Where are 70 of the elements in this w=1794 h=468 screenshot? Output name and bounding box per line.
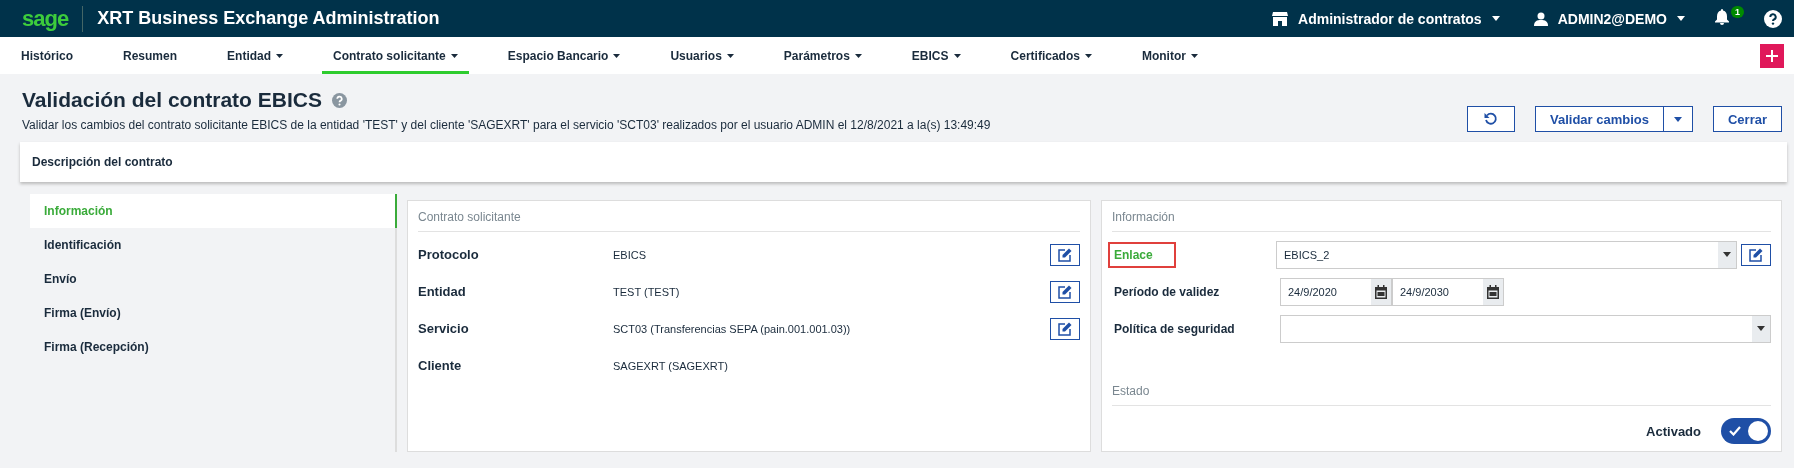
- select-field[interactable]: [1280, 314, 1771, 343]
- toggle-label: Activado: [1646, 423, 1701, 439]
- edit-icon: [1749, 247, 1763, 262]
- nav-tab[interactable]: Parámetros: [772, 37, 873, 74]
- check-icon: [1729, 426, 1741, 436]
- caret-icon: [1677, 16, 1685, 21]
- field-value: SCT03 (Transferencias SEPA (pain.001.001.03)): [613, 322, 852, 335]
- select-field[interactable]: EBICS_2: [1276, 240, 1737, 269]
- nav-tab[interactable]: Histórico: [10, 37, 84, 74]
- sidebar-item[interactable]: Firma (Envío): [30, 296, 395, 330]
- nav-tab[interactable]: Usuarios: [659, 37, 745, 74]
- nav-tab[interactable]: Certificados: [999, 37, 1103, 74]
- logo: sage: [22, 5, 69, 32]
- nav-tab[interactable]: EBICS: [900, 37, 972, 74]
- user-menu[interactable]: ADMIN2@DEMO: [1527, 9, 1691, 28]
- edit-button[interactable]: [1050, 317, 1080, 340]
- notification-count: 1: [1731, 6, 1744, 18]
- bell-icon: [1715, 9, 1729, 25]
- calendar-icon: [1374, 284, 1388, 299]
- panel-title: Estado: [1112, 375, 1771, 406]
- refresh-button[interactable]: [1466, 106, 1515, 132]
- caret-icon: [1673, 116, 1682, 122]
- sidebar-item[interactable]: Envío: [30, 262, 395, 296]
- plus-icon: [1766, 49, 1778, 62]
- edit-button[interactable]: [1741, 243, 1771, 266]
- app-title: XRT Business Exchange Administration: [97, 8, 440, 29]
- calendar-icon: [1486, 284, 1500, 299]
- role-menu[interactable]: Administrador de contratos: [1266, 9, 1506, 28]
- date-field[interactable]: 24/9/2020: [1280, 277, 1392, 306]
- user-icon: [1533, 11, 1548, 26]
- nav-tab[interactable]: Contrato solicitante: [322, 37, 469, 74]
- notifications-button[interactable]: [1713, 9, 1731, 28]
- field-label: Período de validez: [1113, 283, 1221, 301]
- field-label: Política de seguridad: [1113, 320, 1236, 338]
- field-label: Entidad: [418, 284, 467, 299]
- field-value: TEST (TEST): [613, 285, 681, 298]
- caret-icon: [1491, 16, 1500, 21]
- panel-title: Información: [1112, 201, 1771, 232]
- sidebar-item[interactable]: Identificación: [30, 228, 395, 262]
- nav-tab[interactable]: Monitor: [1130, 37, 1209, 74]
- sidebar-item[interactable]: Firma (Recepción): [30, 330, 395, 364]
- page-title: Validación del contrato EBICS: [22, 88, 322, 112]
- nav-tab[interactable]: Resumen: [112, 37, 189, 74]
- edit-button[interactable]: [1050, 243, 1080, 266]
- field-label: Enlace: [1108, 241, 1176, 268]
- section-title: Descripción del contrato: [32, 155, 173, 169]
- field-label: Protocolo: [418, 247, 480, 262]
- field-label: Cliente: [418, 358, 463, 373]
- nav-tab[interactable]: Espacio Bancario: [496, 37, 632, 74]
- page-subtitle: Validar los cambios del contrato solicitante EBICS de la entidad 'TEST' y del cliente 'SAGEXRT' para el servicio 'SCT03' realizados por el usuario ADMIN el 12/8/2021 a la(s) 13:49:49: [22, 118, 992, 132]
- nav-tab[interactable]: Entidad: [216, 37, 295, 74]
- date-field[interactable]: 24/9/2030: [1392, 277, 1504, 306]
- field-value: SAGEXRT (SAGEXRT): [613, 359, 729, 372]
- validate-button[interactable]: Validar cambios: [1534, 106, 1664, 132]
- help-icon[interactable]: [1764, 9, 1782, 28]
- edit-button[interactable]: [1050, 280, 1080, 303]
- field-value: EBICS: [613, 248, 647, 261]
- refresh-icon: [1483, 112, 1498, 126]
- toggle-switch[interactable]: [1721, 418, 1771, 444]
- field-label: Servicio: [418, 321, 470, 336]
- edit-icon: [1058, 321, 1072, 336]
- store-icon: [1272, 11, 1289, 26]
- dropdown-button[interactable]: [1662, 106, 1693, 132]
- edit-icon: [1058, 247, 1072, 262]
- caret-icon: [1757, 326, 1765, 331]
- add-button[interactable]: [1760, 43, 1784, 68]
- edit-icon: [1058, 284, 1072, 299]
- panel-title: Contrato solicitante: [418, 201, 1080, 232]
- close-button[interactable]: Cerrar: [1712, 106, 1782, 132]
- caret-icon: [1723, 252, 1731, 257]
